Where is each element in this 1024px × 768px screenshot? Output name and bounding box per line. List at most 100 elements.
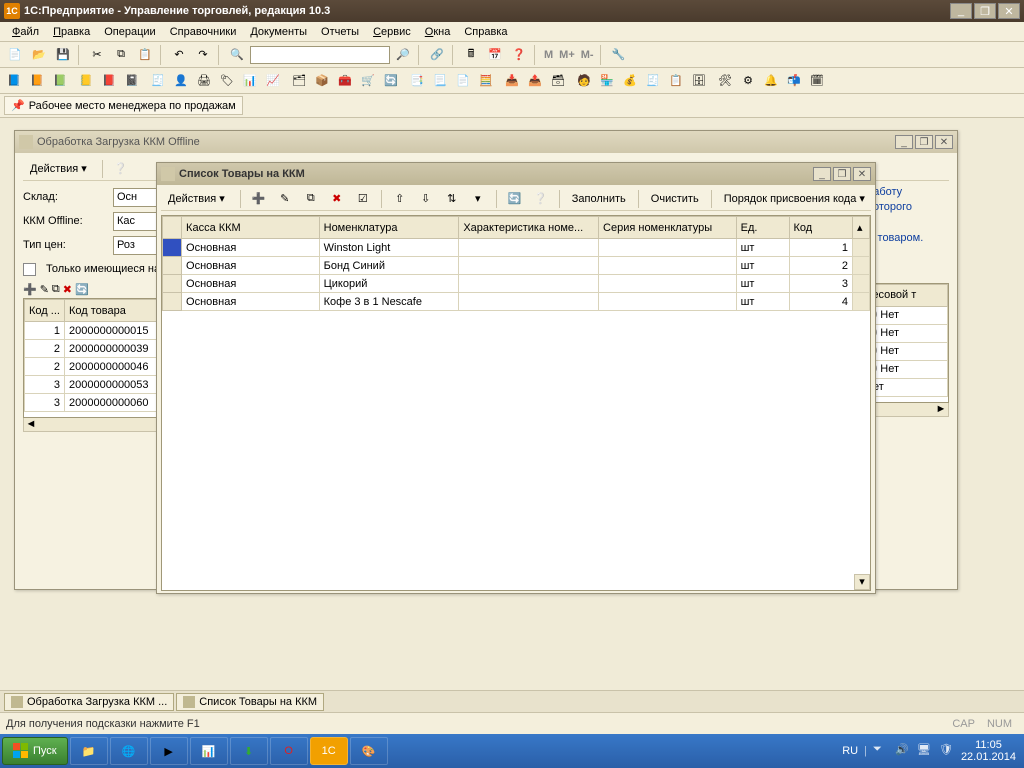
tb-icon[interactable]: 📕 [99, 71, 119, 91]
tb-icon[interactable]: 🧾 [148, 71, 168, 91]
paint-icon[interactable]: 🎨 [350, 737, 388, 765]
tb-icon[interactable]: 📬 [784, 71, 804, 91]
table-row[interactable]: 12000000000015 [25, 322, 162, 340]
table-row[interactable]: ОсновнаяЦикорийшт3 [163, 275, 870, 293]
help-icon[interactable]: ❓ [508, 44, 530, 66]
col-code[interactable]: Код ... [25, 300, 65, 322]
taskbar-clock[interactable]: 11:0522.01.2014 [961, 739, 1016, 763]
tb-icon[interactable]: 🧮 [476, 71, 496, 91]
minimize-button[interactable]: _ [950, 3, 972, 19]
ie-icon[interactable]: 🌐 [110, 737, 148, 765]
tb-icon[interactable]: 📘 [4, 71, 24, 91]
save-icon[interactable]: 💾 [52, 44, 74, 66]
search-input[interactable] [250, 46, 390, 64]
tab-kkm-offline[interactable]: Обработка Загрузка ККМ ... [4, 693, 174, 711]
links-icon[interactable]: 🔗 [426, 44, 448, 66]
mem-clear[interactable]: M [542, 49, 555, 61]
opera-icon[interactable]: O [270, 737, 308, 765]
col-unit[interactable]: Ед. [736, 217, 789, 239]
tb-icon[interactable]: 📗 [50, 71, 70, 91]
tb-icon[interactable]: 🗃 [548, 71, 568, 91]
only-available-checkbox[interactable] [23, 263, 36, 276]
tb-icon[interactable]: ⚙ [738, 71, 758, 91]
clear-button[interactable]: Очистить [647, 191, 703, 207]
media-icon[interactable]: ▶ [150, 737, 188, 765]
copy-icon[interactable]: ⧉ [110, 44, 132, 66]
menu-reports[interactable]: Отчеты [315, 24, 365, 40]
add-icon[interactable]: ➕ [23, 283, 37, 296]
tb-icon[interactable]: 🗂 [289, 71, 309, 91]
tb-icon[interactable]: 📓 [122, 71, 142, 91]
tb-icon[interactable]: 👤 [171, 71, 191, 91]
edit-icon[interactable]: ✎ [275, 189, 295, 209]
fill-button[interactable]: Заполнить [568, 191, 630, 207]
menu-references[interactable]: Справочники [164, 24, 243, 40]
actions-dropdown[interactable]: Действия ▾ [23, 159, 94, 178]
tb-icon[interactable]: 📑 [407, 71, 427, 91]
min-button[interactable]: _ [895, 135, 913, 149]
tb-icon[interactable]: 🏪 [597, 71, 617, 91]
col-kassa[interactable]: Касса ККМ [182, 217, 320, 239]
col-nomen[interactable]: Номенклатура [319, 217, 459, 239]
tb-icon[interactable]: 🏷 [217, 71, 237, 91]
help-icon[interactable]: ❔ [111, 159, 131, 179]
tb-icon[interactable]: 🔔 [761, 71, 781, 91]
menu-help[interactable]: Справка [458, 24, 513, 40]
edit-icon[interactable]: ✎ [40, 283, 49, 296]
tb-icon[interactable]: 🧾 [643, 71, 663, 91]
table-row[interactable]: 32000000000053 [25, 376, 162, 394]
tb-icon[interactable]: 🧑 [574, 71, 594, 91]
tb-icon[interactable]: 📒 [76, 71, 96, 91]
copy-icon[interactable]: ⧉ [301, 189, 321, 209]
menu-file[interactable]: Файл [6, 24, 45, 40]
wrench-icon[interactable]: 🔧 [608, 44, 630, 66]
tray-volume-icon[interactable]: 🔊 [895, 743, 911, 759]
delete-icon[interactable]: ✖ [327, 189, 347, 209]
tb-icon[interactable]: 📤 [525, 71, 545, 91]
mem-plus[interactable]: M+ [557, 49, 577, 61]
tb-icon[interactable]: 🗓 [807, 71, 827, 91]
paste-icon[interactable]: 📋 [134, 44, 156, 66]
new-icon[interactable]: 📄 [4, 44, 26, 66]
table-row[interactable]: ОсновнаяБонд Синийшт2 [163, 257, 870, 275]
refresh-icon[interactable]: 🔄 [75, 283, 89, 296]
mem-minus[interactable]: M- [579, 49, 596, 61]
cut-icon[interactable]: ✂ [86, 44, 108, 66]
tray-shield-icon[interactable]: 🛡 [939, 743, 955, 759]
col-char[interactable]: Характеристика номе... [459, 217, 599, 239]
start-button[interactable]: Пуск [2, 737, 68, 765]
tb-icon[interactable]: 📙 [27, 71, 47, 91]
tray-chevron-icon[interactable]: ⏷ [873, 743, 889, 759]
lang-indicator[interactable]: RU [842, 745, 858, 757]
menu-edit[interactable]: Правка [47, 24, 96, 40]
code-order-dropdown[interactable]: Порядок присвоения кода ▾ [720, 190, 869, 207]
add-icon[interactable]: ➕ [249, 189, 269, 209]
col-series[interactable]: Серия номенклатуры [599, 217, 737, 239]
scroll-left[interactable]: ◄ [24, 418, 38, 431]
copy-icon[interactable]: ⧉ [52, 283, 60, 296]
tb-icon[interactable]: 📥 [502, 71, 522, 91]
close-button[interactable]: ✕ [853, 167, 871, 181]
max-button[interactable]: ❐ [833, 167, 851, 181]
goods-grid[interactable]: Касса ККМ Номенклатура Характеристика но… [161, 215, 871, 591]
calc-icon[interactable]: 🖩 [460, 44, 482, 66]
tb-icon[interactable]: 📦 [312, 71, 332, 91]
1c-icon[interactable]: 1C [310, 737, 348, 765]
tb-icon[interactable]: 🛠 [715, 71, 735, 91]
tb-icon[interactable]: 📈 [263, 71, 283, 91]
scroll-right[interactable]: ► [934, 403, 948, 416]
tb-icon[interactable]: 📃 [430, 71, 450, 91]
search-go-icon[interactable]: 🔎 [392, 44, 414, 66]
tb-icon[interactable]: 📄 [453, 71, 473, 91]
max-button[interactable]: ❐ [915, 135, 933, 149]
close-button[interactable]: ✕ [998, 3, 1020, 19]
close-button[interactable]: ✕ [935, 135, 953, 149]
tb-icon[interactable]: 📋 [666, 71, 686, 91]
post-icon[interactable]: ☑ [353, 189, 373, 209]
tb-icon[interactable]: 💰 [620, 71, 640, 91]
table-row[interactable]: 32000000000060 [25, 394, 162, 412]
col-prodcode[interactable]: Код товара [65, 300, 162, 322]
tb-icon[interactable]: 🧰 [335, 71, 355, 91]
redo-icon[interactable]: ↷ [192, 44, 214, 66]
delete-icon[interactable]: ✖ [63, 283, 72, 296]
